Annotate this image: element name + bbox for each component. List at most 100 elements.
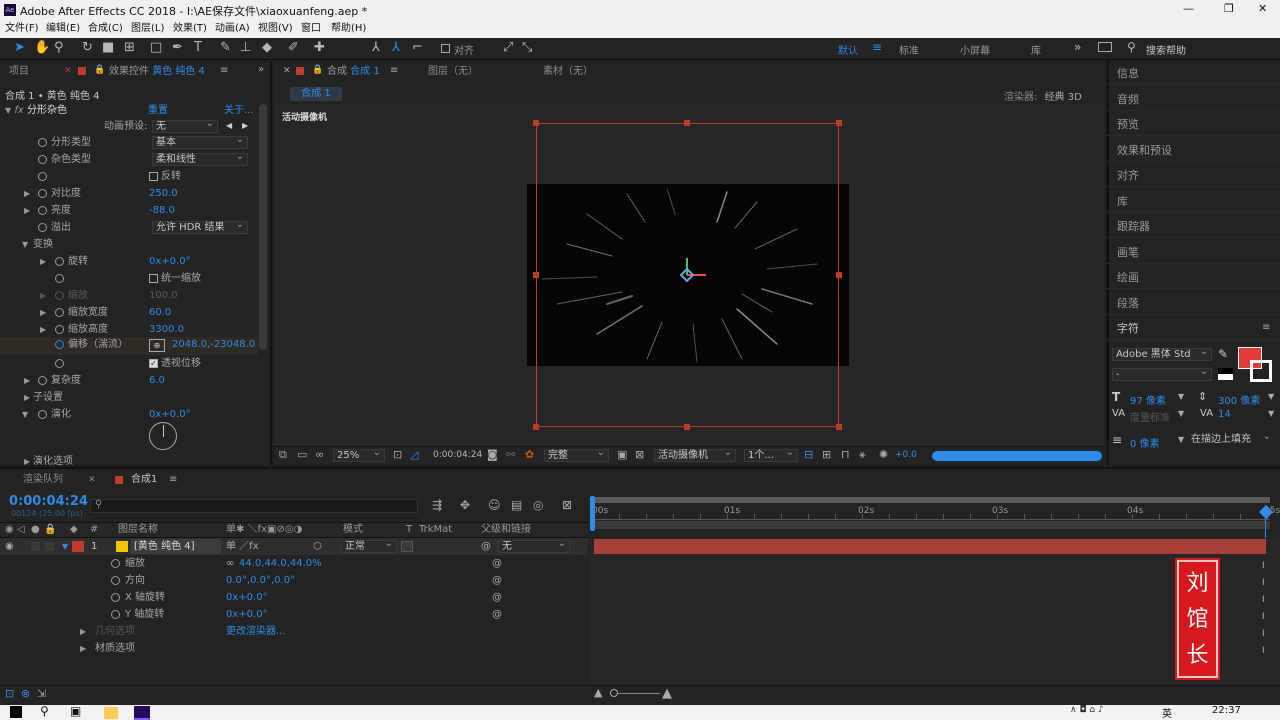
tracking-chevron-icon[interactable]: ▼	[1268, 409, 1274, 418]
effects-presets-panel-tab[interactable]: 效果和预设	[1117, 142, 1172, 158]
monitor-icon[interactable]: ▭	[297, 448, 307, 461]
menu-view[interactable]: 视图(V)	[258, 20, 293, 38]
axis-view-icon[interactable]: ⌐	[412, 41, 423, 55]
preset-next-icon[interactable]: ▶	[242, 121, 248, 130]
stopwatch-icon[interactable]	[111, 609, 120, 619]
zoom-tool-icon[interactable]: ⚲	[54, 41, 64, 55]
comp-viewer-tab[interactable]: 合成 合成 1	[327, 62, 380, 82]
axis-world-icon[interactable]: ⅄	[392, 41, 400, 55]
pan-behind-tool-icon[interactable]: ⊞	[124, 41, 135, 55]
lock-icon[interactable]: 🔒	[312, 65, 323, 75]
stopwatch-icon[interactable]	[111, 592, 120, 602]
transform-handle[interactable]	[533, 272, 539, 278]
evolution-value[interactable]: 0x+0.0°	[149, 407, 191, 423]
expand-icon[interactable]: ▶	[80, 623, 86, 640]
selection-tool-icon[interactable]: ➤	[14, 41, 25, 55]
3d-axis-gizmo-icon[interactable]	[676, 256, 712, 286]
timecode-display[interactable]: 0:00:04:24	[9, 494, 88, 509]
stroke-mode-dropdown[interactable]: 在描边上填充	[1188, 431, 1274, 447]
fractal-type-dropdown[interactable]: 基本	[152, 134, 248, 149]
font-family-dropdown[interactable]: Adobe 黑体 Std	[1112, 346, 1212, 361]
search-help-input[interactable]: 搜索帮助	[1146, 42, 1186, 57]
transform-handle[interactable]	[836, 120, 842, 126]
3d-view-dropdown[interactable]: 活动摄像机	[654, 447, 736, 462]
workspace-library[interactable]: 库	[1031, 42, 1041, 57]
lock-icon[interactable]: 🔒	[94, 65, 105, 75]
brush-tool-icon[interactable]: ✎	[220, 41, 231, 55]
motion-blur-icon[interactable]: ◎	[533, 498, 543, 512]
layer-collapse-icon[interactable]: ▼	[62, 538, 68, 555]
panel-menu-icon[interactable]: ≡	[169, 474, 177, 485]
menu-composition[interactable]: 合成(C)	[88, 20, 123, 38]
transform-handle[interactable]	[684, 120, 690, 126]
comp-breadcrumb[interactable]: 合成 1	[290, 87, 342, 101]
time-ruler[interactable]	[590, 497, 1280, 535]
pickwhip-icon[interactable]: @	[492, 572, 502, 589]
solo-box[interactable]	[45, 542, 54, 551]
expand-icon[interactable]: ▶	[24, 203, 30, 219]
comp-tab-close-icon[interactable]: ✕	[283, 66, 291, 76]
stroke-color-swatch[interactable]	[1250, 360, 1272, 382]
menu-file[interactable]: 文件(F)	[5, 20, 39, 38]
black-white-swatch-icon[interactable]	[1218, 368, 1233, 380]
character-panel-tab[interactable]: 字符	[1117, 320, 1139, 336]
puppet-tool-icon[interactable]: ✚	[314, 41, 325, 55]
rotation-value[interactable]: 0x+0.0°	[149, 254, 191, 270]
taskbar-app-icon[interactable]	[104, 707, 118, 719]
layer-switches[interactable]: 单 ／fx	[226, 538, 259, 555]
preview-panel-tab[interactable]: 预览	[1117, 116, 1139, 132]
stopwatch-icon[interactable]	[38, 137, 47, 147]
title-safe-icon[interactable]: ⊡	[393, 448, 402, 461]
work-area-start-handle[interactable]	[590, 496, 595, 531]
audio-box[interactable]	[31, 542, 40, 551]
clone-stamp-tool-icon[interactable]: ⊥	[240, 41, 251, 55]
leading-value[interactable]: 300 像素	[1218, 392, 1260, 407]
timeline-comp-tab[interactable]: 合成1	[131, 470, 157, 490]
toggle-switches-icon[interactable]: ⊡	[5, 687, 14, 700]
point-target-icon[interactable]: ⊕	[149, 339, 165, 352]
eraser-tool-icon[interactable]: ◆	[262, 41, 272, 55]
layer-duration-bar[interactable]	[594, 539, 1266, 554]
kerning-value[interactable]: 度量标准	[1130, 409, 1170, 424]
fast-preview-icon[interactable]: ⊞	[822, 448, 831, 461]
stopwatch-icon[interactable]	[55, 324, 64, 334]
parent-dropdown[interactable]: 无	[498, 538, 570, 553]
zoom-slider-thumb[interactable]	[610, 689, 618, 697]
clock[interactable]: 22:37	[1212, 705, 1241, 716]
font-style-dropdown[interactable]: -	[1112, 366, 1212, 381]
snapping-checkbox[interactable]	[441, 44, 450, 53]
zoom-slider[interactable]	[610, 689, 660, 697]
offset-value[interactable]: 2048.0,-23048.0	[172, 337, 255, 353]
render-tab-close-icon[interactable]: ✕	[88, 475, 96, 485]
eyedropper-icon[interactable]: ✎	[1218, 347, 1228, 361]
blend-mode-dropdown[interactable]: 正常	[341, 538, 397, 553]
sync-settings-icon[interactable]	[1098, 42, 1112, 52]
graph-editor-icon[interactable]: ⊠	[562, 498, 572, 512]
brightness-value[interactable]: -88.0	[149, 203, 175, 219]
y-rotation-value[interactable]: 0x+0.0°	[226, 606, 268, 623]
comp-flowchart-icon[interactable]: ⇶	[432, 498, 442, 512]
exposure-value[interactable]: +0.0	[895, 450, 917, 460]
tracking-value[interactable]: 14	[1218, 409, 1231, 420]
tracker-panel-tab[interactable]: 跟踪器	[1117, 218, 1150, 234]
resolution-dropdown[interactable]: 完整	[544, 447, 609, 462]
workspace-more-icon[interactable]: »	[1074, 40, 1081, 54]
paragraph-panel-tab[interactable]: 段落	[1117, 295, 1139, 311]
collapse-icon[interactable]: ▼	[22, 237, 28, 253]
always-preview-icon[interactable]: ⧉	[279, 448, 287, 462]
paint-panel-tab[interactable]: 绘画	[1117, 269, 1139, 285]
expand-icon[interactable]: ▶	[80, 640, 86, 657]
trkmat-box[interactable]	[401, 541, 413, 552]
zoom-in-icon[interactable]: ▲	[662, 686, 672, 701]
3d-layer-switch-icon[interactable]: ⬡	[313, 538, 322, 555]
shy-layers-icon[interactable]: ☺	[488, 498, 501, 512]
brushes-panel-tab[interactable]: 画笔	[1117, 244, 1139, 260]
pickwhip-icon[interactable]: @	[492, 606, 502, 623]
expand-icon[interactable]: ▶	[40, 322, 46, 338]
stopwatch-icon[interactable]	[55, 358, 64, 368]
view-layout-dropdown[interactable]: 1个...	[744, 447, 798, 462]
toggle-modes-icon[interactable]: ⊗	[21, 687, 30, 700]
expand-icon[interactable]: ▶	[24, 373, 30, 389]
parent-pickwhip-icon[interactable]: @	[481, 538, 491, 555]
search-icon[interactable]: ⚲	[40, 704, 49, 718]
